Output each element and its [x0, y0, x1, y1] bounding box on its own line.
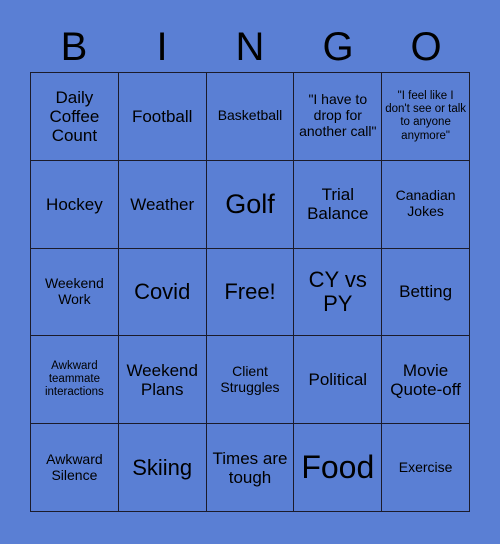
bingo-cell[interactable]: Trial Balance [294, 160, 383, 249]
bingo-header-letter-n: N [235, 25, 265, 69]
bingo-header-letter-b: B [60, 25, 88, 69]
bingo-cell[interactable]: Awkward teammate interactions [31, 336, 119, 425]
bingo-cell[interactable]: Basketball [206, 73, 295, 161]
bingo-cell[interactable]: Times are tough [206, 424, 295, 512]
bingo-cell[interactable]: Political [294, 336, 383, 425]
bingo-cell[interactable]: "I feel like I don't see or talk to anyo… [382, 73, 470, 161]
bingo-cell[interactable]: Betting [382, 248, 470, 337]
bingo-cell[interactable]: Skiing [118, 424, 207, 512]
bingo-cell[interactable]: Weekend Plans [118, 336, 207, 425]
bingo-cell[interactable]: "I have to drop for another call" [294, 73, 383, 161]
bingo-cell[interactable]: Football [118, 73, 207, 161]
bingo-grid: Daily Coffee Count Football Basketball "I h… [30, 72, 470, 512]
bingo-cell[interactable]: Exercise [382, 424, 470, 512]
bingo-cell[interactable]: Canadian Jokes [382, 160, 470, 249]
bingo-cell[interactable]: Golf [206, 160, 295, 249]
bingo-header: BINGO [30, 22, 470, 72]
bingo-cell[interactable]: Movie Quote-off [382, 336, 470, 425]
bingo-cell[interactable]: Daily Coffee Count [31, 73, 119, 161]
bingo-cell[interactable]: Covid [118, 248, 207, 337]
bingo-header-letter-o: O [410, 25, 442, 69]
bingo-card: B I N G O Daily Coffee Count Football Basketba… [0, 0, 500, 544]
bingo-header-letter-i: I [156, 25, 168, 69]
bingo-cell[interactable]: Weather [118, 160, 207, 249]
bingo-cell[interactable]: CY vs PY [294, 248, 383, 337]
bingo-cell[interactable]: Awkward Silence [31, 424, 119, 512]
bingo-cell[interactable]: Weekend Work [31, 248, 119, 337]
bingo-header-letter-g: G [322, 25, 354, 69]
bingo-cell[interactable]: Food [294, 424, 383, 512]
bingo-cell[interactable]: Hockey [31, 160, 119, 249]
bingo-cell[interactable]: Free! [206, 248, 295, 337]
bingo-cell[interactable]: Client Struggles [206, 336, 295, 425]
